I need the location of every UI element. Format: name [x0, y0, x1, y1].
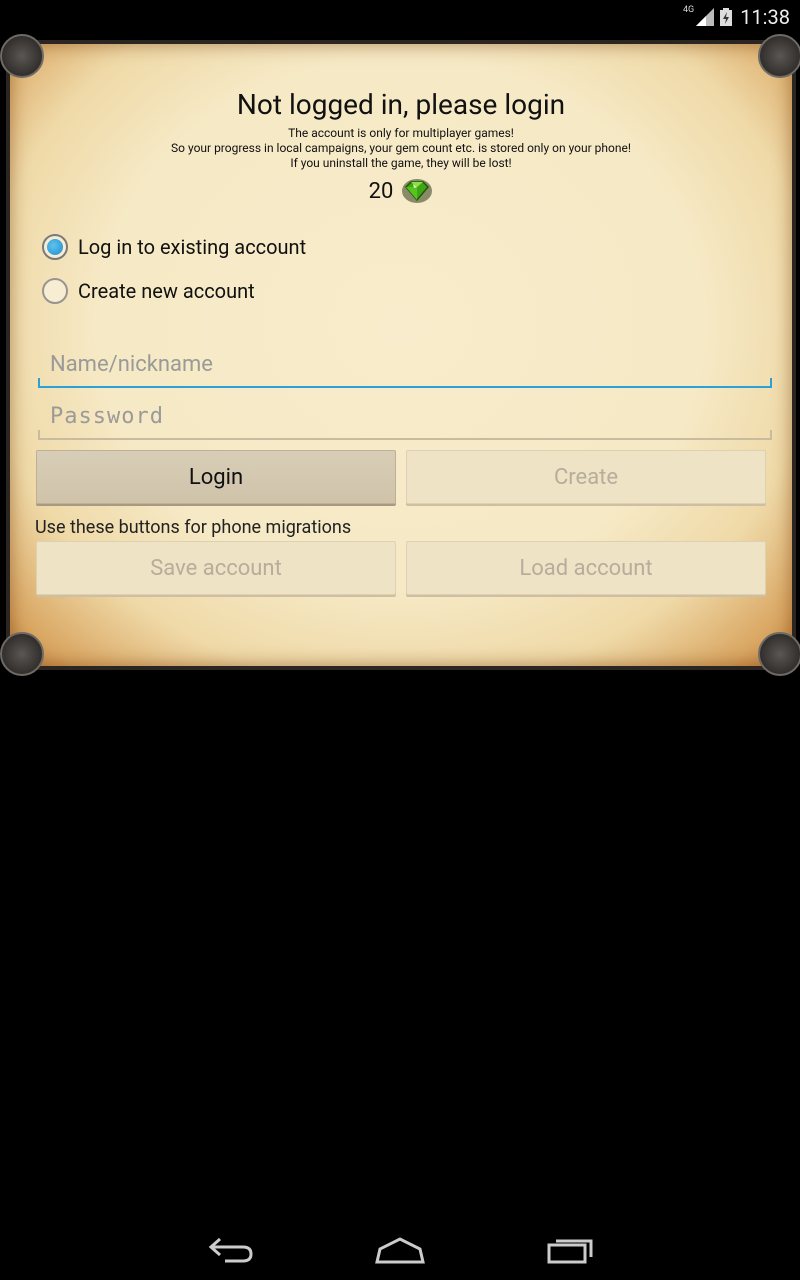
info-line: If you uninstall the game, they will be …	[290, 156, 512, 170]
back-button[interactable]	[200, 1232, 260, 1268]
dialog-title: Not logged in, please login	[236, 88, 566, 121]
option-create-new[interactable]: Create new account	[42, 278, 255, 304]
home-icon	[375, 1237, 425, 1264]
recents-button[interactable]	[540, 1232, 600, 1268]
corner-ornament	[758, 34, 800, 78]
name-input[interactable]: Name/nickname	[38, 342, 772, 388]
green-gem-icon	[402, 179, 433, 203]
back-icon	[208, 1237, 253, 1263]
option-label: Log in to existing account	[78, 235, 307, 259]
gem-counter: 20	[10, 178, 792, 204]
create-button[interactable]: Create	[406, 450, 766, 504]
corner-ornament	[0, 632, 44, 676]
account-info: The account is only for multiplayer game…	[10, 126, 792, 171]
migration-hint: Use these buttons for phone migrations	[35, 517, 352, 538]
status-icons: 4G	[682, 5, 733, 26]
navigation-bar	[0, 1220, 800, 1280]
corner-ornament	[758, 632, 800, 676]
gem-count: 20	[368, 178, 394, 204]
password-input[interactable]: Password	[38, 394, 772, 440]
save-account-button[interactable]: Save account	[36, 541, 396, 595]
load-account-button[interactable]: Load account	[406, 541, 766, 595]
signal-icon	[696, 8, 715, 26]
clock: 11:38	[740, 5, 790, 29]
radio-button-checked[interactable]	[42, 234, 68, 260]
battery-icon	[720, 8, 733, 26]
login-dialog: Not logged in, please login The account …	[0, 34, 800, 676]
info-line: The account is only for multiplayer game…	[288, 126, 514, 140]
network-type: 4G	[682, 5, 695, 15]
info-line: So your progress in local campaigns, you…	[171, 141, 631, 155]
radio-button-unchecked[interactable]	[42, 278, 68, 304]
home-button[interactable]	[370, 1232, 430, 1268]
name-placeholder: Name/nickname	[50, 351, 213, 377]
password-placeholder: Password	[50, 403, 164, 429]
option-label: Create new account	[78, 279, 255, 303]
status-bar: 4G 11:38	[0, 0, 800, 34]
option-login-existing[interactable]: Log in to existing account	[42, 234, 306, 260]
login-button[interactable]: Login	[36, 450, 396, 504]
corner-ornament	[0, 34, 44, 78]
recents-icon	[547, 1239, 593, 1264]
